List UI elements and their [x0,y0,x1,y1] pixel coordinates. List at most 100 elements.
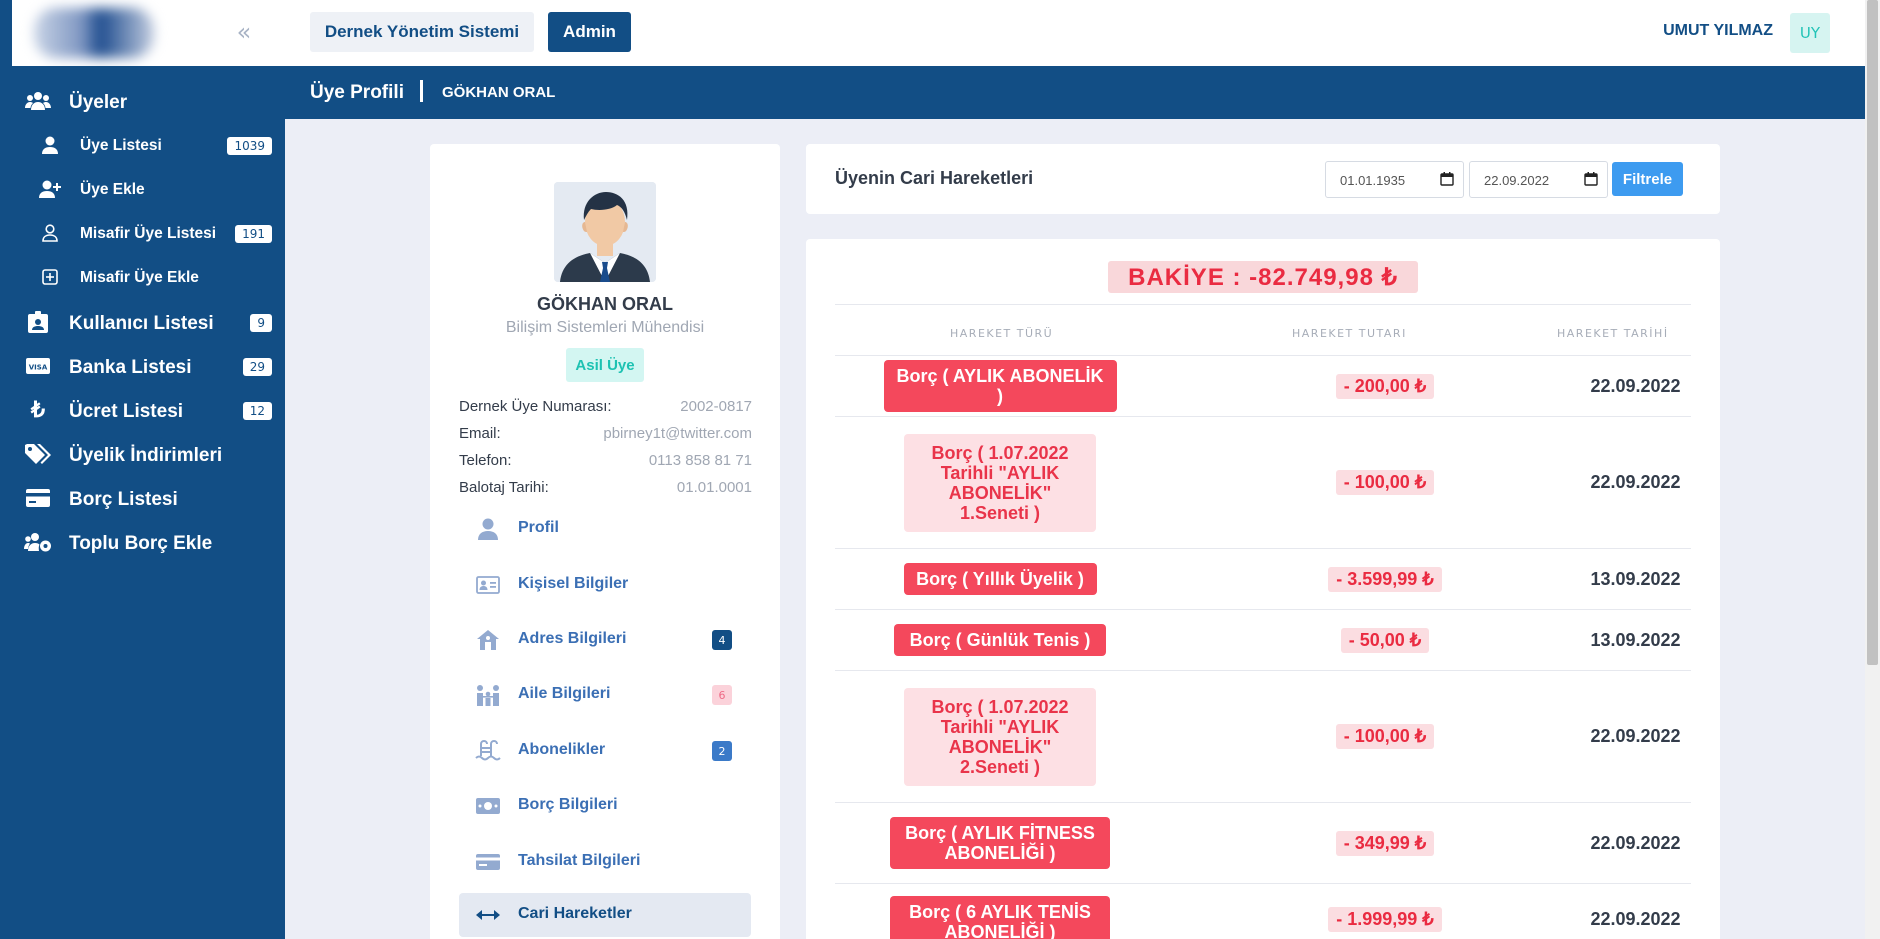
transaction-type-badge: Borç ( 1.07.2022 Tarihli "AYLIK ABONELİK… [904,433,1096,532]
info-label: Dernek Üye Numarası: [459,398,612,415]
balance-badge: BAKİYE : -82.749,98 ₺ [1108,261,1418,293]
info-label: Email: [459,425,501,442]
id-badge-icon [24,310,52,334]
sidebar-item-banka-listesi[interactable]: VISA Banka Listesi 29 [24,354,274,382]
menu-item-tahsilat-bilgileri[interactable]: Tahsilat Bilgileri [459,840,751,884]
breadcrumb-separator [420,80,423,102]
info-row-ballot-date: Balotaj Tarihi: 01.01.0001 [459,479,752,499]
logo[interactable] [12,0,177,66]
count-badge: 9 [250,314,272,332]
end-date-value: 22.09.2022 [1484,173,1550,188]
page-title: Üye Profili [310,82,404,103]
column-header-date: HAREKET TARİHİ [1557,327,1669,340]
sidebar-item-label: Ücret Listesi [69,401,184,422]
admin-button[interactable]: Admin [548,12,631,52]
transaction-type-badge: Borç ( 1.07.2022 Tarihli "AYLIK ABONELİK… [904,687,1096,786]
plus-square-icon [36,265,64,289]
count-badge: 2 [712,741,732,761]
user-icon [36,133,64,157]
sidebar-item-kullanici-listesi[interactable]: Kullanıcı Listesi 9 [24,310,274,338]
calendar-icon[interactable] [1440,172,1454,186]
start-date-input[interactable]: 01.01.1935 [1325,161,1464,198]
sidebar-item-uyeler[interactable]: Üyeler [24,89,274,117]
avatar[interactable]: UY [1790,13,1830,53]
sidebar-item-label: Üye Listesi [80,137,162,154]
page-scrollbar[interactable] [1865,0,1880,939]
profile-avatar [554,182,656,282]
table-row: Borç ( 1.07.2022 Tarihli "AYLIK ABONELİK… [835,671,1691,802]
start-date-value: 01.01.1935 [1340,173,1406,188]
profile-name: GÖKHAN ORAL [537,294,673,314]
menu-item-adres-bilgileri[interactable]: Adres Bilgileri 4 [459,618,751,662]
menu-item-kisisel-bilgiler[interactable]: Kişisel Bilgiler [459,563,751,607]
sidebar-item-toplu-borc-ekle[interactable]: Toplu Borç Ekle [24,530,274,558]
lira-icon: ₺ [31,397,45,422]
profile-card: GÖKHAN ORAL Bilişim Sistemleri Mühendisi… [430,144,780,939]
sidebar-item-uyelik-indirimleri[interactable]: Üyelik İndirimleri [24,442,274,470]
transaction-amount: - 50,00 ₺ [1340,627,1430,653]
transaction-date: 22.09.2022 [1590,908,1681,929]
info-value: 01.01.0001 [676,479,752,496]
table-row: Borç ( 6 AYLIK TENİS ABONELİĞİ ) - 1.999… [835,884,1691,939]
count-badge: 29 [242,358,272,376]
table-row: Borç ( Günlük Tenis ) - 50,00 ₺ 13.09.20… [835,610,1691,670]
menu-item-aile-bilgileri[interactable]: Aile Bilgileri 6 [459,673,751,717]
sidebar-item-label: Kullanıcı Listesi [69,313,214,334]
sidebar-item-label: Misafir Üye Ekle [80,269,199,286]
id-card-icon [474,571,502,599]
count-badge: 191 [235,225,272,243]
count-badge: 1039 [227,137,272,155]
top-bar: Dernek Yönetim Sistemi Admin UMUT YILMAZ… [285,0,1865,66]
transaction-amount: - 100,00 ₺ [1335,724,1435,749]
sidebar-header [177,0,285,66]
sidebar-item-label: Borç Listesi [69,489,178,510]
menu-item-label: Profil [518,519,559,536]
user-name[interactable]: UMUT YILMAZ [1663,22,1773,40]
sidebar-item-label: Misafir Üye Listesi [80,225,217,242]
table-row: Borç ( Yıllık Üyelik ) - 3.599,99 ₺ 13.0… [835,549,1691,609]
sidebar-item-misafir-uye-listesi[interactable]: Misafir Üye Listesi 191 [36,221,274,247]
scrollbar-thumb[interactable] [1867,0,1878,665]
transaction-date: 22.09.2022 [1590,726,1681,746]
menu-item-abonelikler[interactable]: Abonelikler 2 [459,729,751,773]
sidebar-item-misafir-uye-ekle[interactable]: Misafir Üye Ekle [36,265,274,291]
end-date-input[interactable]: 22.09.2022 [1469,161,1608,198]
breadcrumb: GÖKHAN ORAL [442,84,556,101]
collapse-sidebar-icon[interactable]: « [232,20,256,44]
menu-item-cari-hareketler[interactable]: Cari Hareketler [459,893,751,937]
sidebar-item-uye-listesi[interactable]: Üye Listesi 1039 [36,133,274,159]
arrows-h-icon [474,901,502,929]
user-outline-icon [36,221,64,245]
transaction-type-badge: Borç ( AYLIK ABONELİK ) [883,360,1117,412]
transaction-type-badge: Borç ( AYLIK FİTNESS ABONELİĞİ ) [890,817,1110,869]
users-cog-icon [24,530,52,554]
transaction-amount: - 100,00 ₺ [1335,470,1435,495]
transaction-date: 22.09.2022 [1590,472,1681,492]
info-value: pbirney1t@twitter.com [603,425,752,442]
sidebar-item-label: Üyelik İndirimleri [69,445,223,466]
transaction-date: 22.09.2022 [1590,375,1681,396]
system-name-button[interactable]: Dernek Yönetim Sistemi [310,12,534,52]
section-title: Üyenin Cari Hareketleri [835,168,1034,188]
sidebar-item-uye-ekle[interactable]: Üye Ekle [36,177,274,203]
filter-card: Üyenin Cari Hareketleri 01.01.1935 22.09… [806,144,1720,214]
users-icon [24,89,52,113]
page-header: Üye Profili GÖKHAN ORAL [285,66,1865,119]
menu-item-label: Borç Bilgileri [518,796,618,813]
transaction-amount: - 200,00 ₺ [1335,373,1435,399]
sidebar-item-ucret-listesi[interactable]: ₺ Ücret Listesi 12 [24,397,274,426]
menu-item-label: Adres Bilgileri [518,630,627,647]
menu-item-profil[interactable]: Profil [459,507,751,551]
sidebar-item-label: Üyeler [69,92,128,113]
divider [835,304,1691,305]
transaction-date: 13.09.2022 [1590,568,1681,589]
table-row: Borç ( 1.07.2022 Tarihli "AYLIK ABONELİK… [835,417,1691,548]
menu-item-borc-bilgileri[interactable]: Borç Bilgileri [459,784,751,828]
menu-item-label: Abonelikler [518,741,606,758]
filter-button[interactable]: Filtrele [1612,162,1683,196]
calendar-icon[interactable] [1584,172,1598,186]
count-badge: 12 [242,402,272,420]
sidebar-item-label: Üye Ekle [80,181,145,198]
sidebar-item-borc-listesi[interactable]: Borç Listesi [24,486,274,514]
svg-text:VISA: VISA [29,364,48,372]
